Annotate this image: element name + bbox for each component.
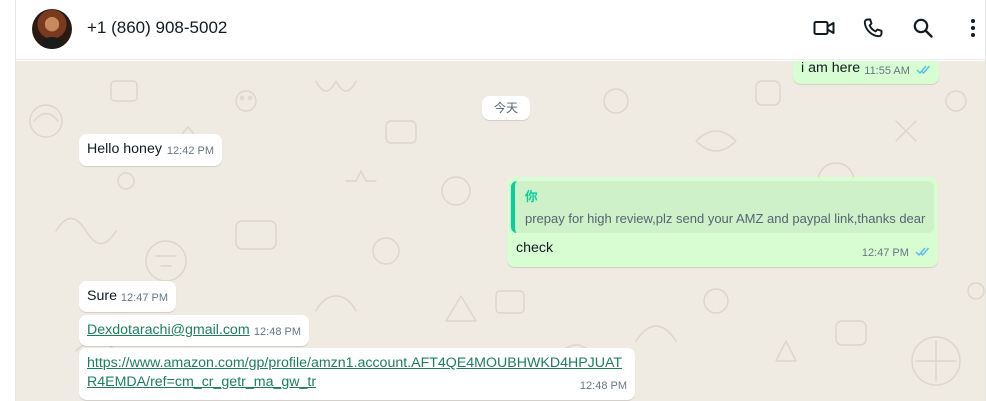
read-receipt-icon: [915, 247, 930, 257]
contact-name[interactable]: +1 (860) 908-5002: [87, 18, 227, 38]
quoted-message[interactable]: 你 prepay for high review,plz send your A…: [511, 181, 934, 233]
message-bubble-outgoing[interactable]: 你 prepay for high review,plz send your A…: [507, 177, 938, 267]
message-bubble-incoming[interactable]: Hello honey 12:42 PM: [79, 134, 222, 166]
message-text: check: [516, 240, 554, 256]
message-meta: 11:55 AM: [864, 62, 932, 81]
message-meta: 12:47 PM: [862, 244, 931, 263]
message-bubble-incoming[interactable]: https://www.amazon.com/gp/profile/amzn1.…: [79, 348, 635, 400]
message-time: 12:48 PM: [579, 380, 627, 392]
message-link-line[interactable]: R4EMDA/ref=cm_cr_getr_ma_gw_tr: [87, 373, 622, 392]
date-separator: 今天: [482, 96, 530, 120]
message-bubble-incoming[interactable]: Dexdotarachi@gmail.com 12:48 PM: [79, 315, 309, 346]
message-link[interactable]: https://www.amazon.com/gp/profile/amzn1.…: [87, 354, 622, 392]
message-time: 11:55 AM: [864, 65, 910, 77]
chat-header: +1 (860) 908-5002: [16, 0, 985, 60]
search-icon: [913, 18, 933, 38]
message-bubble-incoming[interactable]: Sure 12:47 PM: [79, 281, 176, 312]
more-options-button[interactable]: [959, 14, 986, 42]
search-button[interactable]: [909, 14, 937, 42]
contact-avatar[interactable]: [32, 9, 72, 49]
voice-call-button[interactable]: [859, 14, 887, 42]
quote-text: prepay for high review,plz send your AMZ…: [525, 211, 926, 226]
message-time: 12:42 PM: [166, 145, 214, 157]
message-link[interactable]: Dexdotarachi@gmail.com: [87, 321, 250, 340]
message-time: 12:47 PM: [120, 292, 168, 304]
chat-area[interactable]: i am here 11:55 AM 今天 Hello honey 12:42 …: [16, 61, 985, 401]
voice-call-icon: [863, 18, 883, 38]
message-text: Hello honey: [87, 141, 162, 157]
video-call-button[interactable]: [810, 14, 838, 42]
message-time: 12:47 PM: [861, 247, 909, 259]
read-receipt-icon: [916, 65, 931, 75]
message-time: 12:48 PM: [253, 326, 301, 338]
video-call-icon: [813, 21, 835, 35]
message-text: i am here: [801, 61, 861, 76]
quote-author: 你: [525, 190, 538, 204]
message-text: Sure: [87, 288, 117, 304]
message-link-line[interactable]: https://www.amazon.com/gp/profile/amzn1.…: [87, 354, 622, 373]
more-options-icon: [971, 19, 975, 37]
message-bubble-outgoing[interactable]: i am here 11:55 AM: [793, 61, 939, 84]
